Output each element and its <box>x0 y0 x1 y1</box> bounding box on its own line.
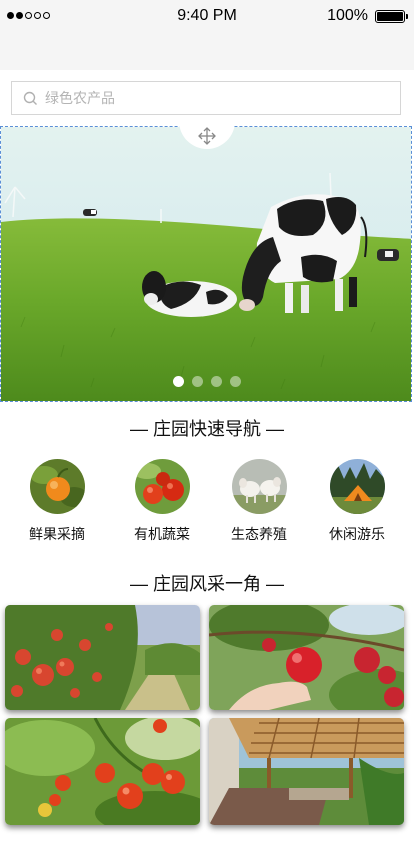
apple-orchard-photo <box>5 605 200 710</box>
nav-item-leisure[interactable]: 休闲游乐 <box>312 459 402 544</box>
carousel-dot[interactable] <box>173 376 184 387</box>
carousel-dot[interactable] <box>211 376 222 387</box>
orange-fruit-image <box>29 459 85 514</box>
nav-item-eco-breeding[interactable]: 生态养殖 <box>214 459 304 544</box>
carousel-dot[interactable] <box>230 376 241 387</box>
lambs-image <box>231 459 287 514</box>
search-icon <box>23 91 37 105</box>
carousel-indicators <box>1 376 411 387</box>
carousel-dot[interactable] <box>192 376 203 387</box>
wooden-pergola-photo <box>209 718 404 825</box>
nav-item-label: 休闲游乐 <box>329 526 385 542</box>
header-bar <box>0 32 414 70</box>
quick-nav: 鲜果采摘 有机蔬菜 生态养殖 休闲游乐 <box>0 459 414 549</box>
search-bar[interactable] <box>11 81 401 115</box>
camping-tent-image <box>329 459 385 514</box>
nav-item-label: 鲜果采摘 <box>29 526 85 542</box>
quick-nav-title: — 庄园快速导航 — <box>129 419 284 439</box>
gallery-photo[interactable] <box>209 605 404 710</box>
search-input[interactable] <box>45 82 385 114</box>
gallery-photo[interactable] <box>5 718 200 825</box>
tomatoes-image <box>134 459 190 514</box>
gallery-photo[interactable] <box>209 718 404 825</box>
nav-item-organic-vegetables[interactable]: 有机蔬菜 <box>117 459 207 544</box>
cherry-tomatoes-photo <box>5 718 200 825</box>
gallery-photo[interactable] <box>5 605 200 710</box>
nav-item-label: 有机蔬菜 <box>134 526 190 542</box>
battery-icon <box>375 10 408 23</box>
apple-picking-photo <box>209 605 404 710</box>
gallery-title: — 庄园风采一角 — <box>129 574 284 594</box>
nav-item-label: 生态养殖 <box>231 526 287 542</box>
cows-pasture-image <box>1 127 411 401</box>
banner-carousel[interactable] <box>0 126 412 402</box>
nav-item-fruit-picking[interactable]: 鲜果采摘 <box>12 459 102 544</box>
battery-percentage: 100% <box>327 7 368 24</box>
move-arrows-icon <box>198 127 216 145</box>
status-bar: 9:40 PM 100% <box>0 0 414 32</box>
